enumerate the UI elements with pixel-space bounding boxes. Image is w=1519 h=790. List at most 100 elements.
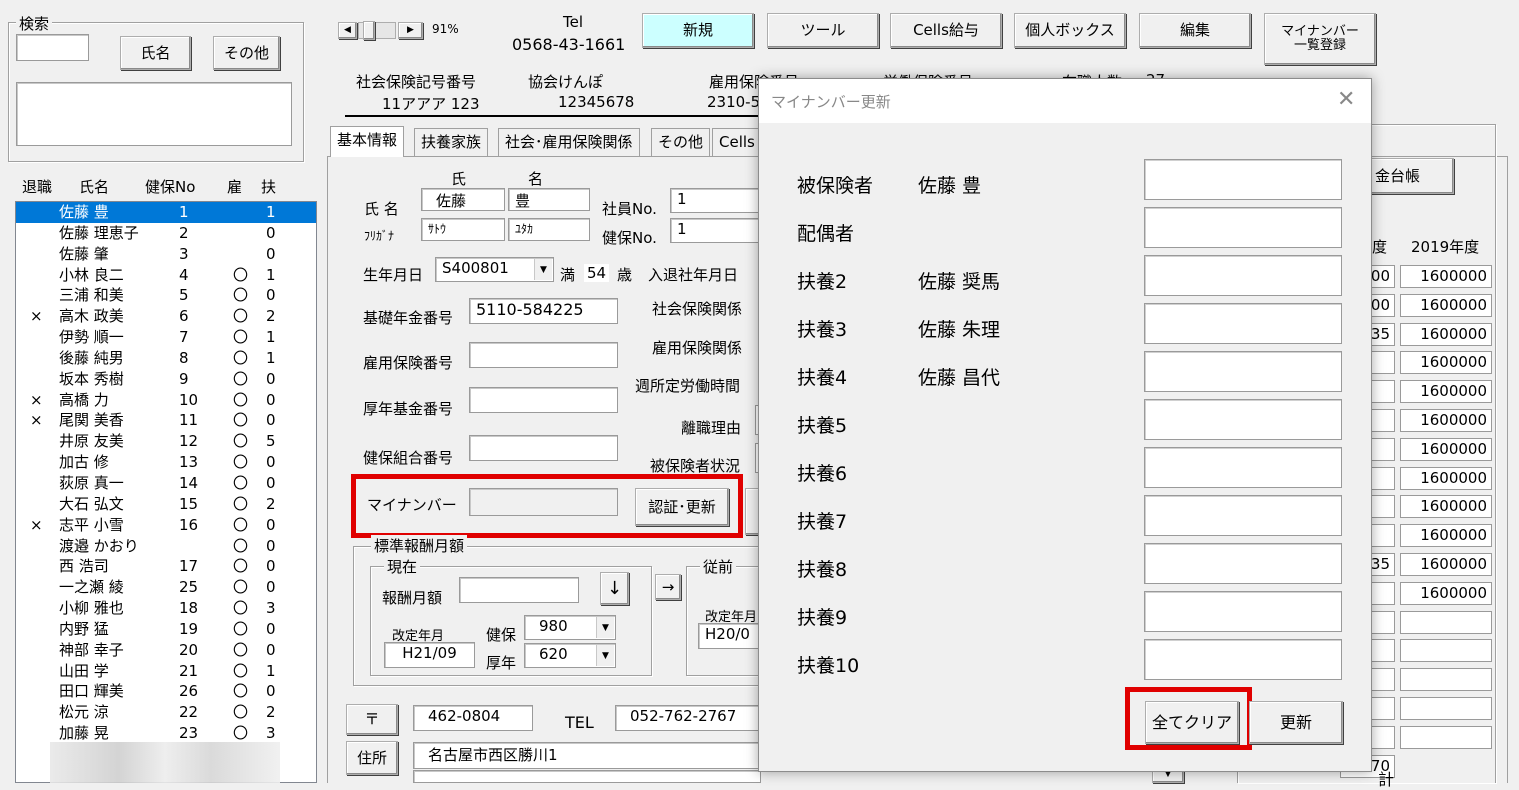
new-button[interactable]: 新規 (642, 13, 754, 48)
employee-no-field[interactable]: 1 (670, 188, 766, 213)
list-item[interactable]: 田口 輝美 26 〇 0 (16, 681, 316, 702)
year-2019-cell[interactable]: 1600000 (1400, 265, 1492, 288)
kosei-kikin-field[interactable] (469, 387, 618, 413)
search-results-box[interactable] (16, 82, 292, 146)
mynumber-input[interactable] (1144, 543, 1342, 584)
year-2019-cell[interactable]: 1600000 (1400, 322, 1492, 346)
close-icon[interactable]: ✕ (1337, 87, 1355, 112)
year-2019-cell[interactable]: 1600000 (1400, 409, 1492, 432)
search-by-name-button[interactable]: 氏名 (120, 36, 191, 70)
search-other-button[interactable]: その他 (213, 36, 280, 70)
search-input[interactable] (16, 34, 89, 61)
list-item[interactable]: 伊勢 順一 7 〇 1 (16, 327, 316, 348)
mynumber-input[interactable] (1144, 495, 1342, 536)
shift-right-button[interactable]: → (655, 574, 681, 600)
koyo-no-field[interactable] (469, 342, 618, 368)
year-2019-cell[interactable]: 1600000 (1400, 437, 1492, 461)
monthly-pay-field[interactable] (459, 577, 579, 603)
year-2019-cell[interactable] (1400, 668, 1492, 692)
sei-field[interactable]: 佐藤 (421, 188, 505, 211)
year-2019-cell[interactable]: 1600000 (1400, 293, 1492, 317)
list-item[interactable]: 一之瀬 綾 25 〇 0 (16, 577, 316, 598)
kenpo-grade-select[interactable]: 980 ▼ (524, 615, 616, 640)
mynumber-input[interactable] (1144, 255, 1342, 296)
personal-box-button[interactable]: 個人ボックス (1014, 13, 1126, 48)
update-button[interactable]: 更新 (1249, 701, 1343, 744)
employee-list[interactable]: 佐藤 豊 1 1 佐藤 理恵子 2 0 佐藤 肇 3 0 小林 良二 4 〇 1 三浦 和美 5 〇 0 × 高木 … (15, 201, 317, 783)
list-item[interactable]: 井原 友美 12 〇 5 (16, 431, 316, 452)
mynumber-input[interactable] (1144, 351, 1342, 392)
edit-button[interactable]: 編集 (1139, 13, 1251, 48)
list-item[interactable]: 西 浩司 17 〇 0 (16, 556, 316, 577)
cells-salary-button[interactable]: Cells給与 (890, 13, 1002, 48)
list-item[interactable]: 内野 猛 19 〇 0 (16, 619, 316, 640)
mynumber-input[interactable] (1144, 159, 1342, 200)
tab-other[interactable]: その他 (651, 128, 711, 156)
prev-revised-field[interactable]: H20/0 (698, 623, 761, 649)
list-item[interactable]: 小柳 雅也 18 〇 3 (16, 598, 316, 619)
list-item[interactable]: 加藤 晃 23 〇 3 (16, 723, 316, 744)
tab-basic-info[interactable]: 基本情報 (330, 126, 405, 157)
list-item[interactable]: × 尾関 美香 11 〇 0 (16, 410, 316, 431)
revised-field[interactable]: H21/09 (384, 642, 475, 668)
list-item[interactable]: 荻原 真一 14 〇 0 (16, 473, 316, 494)
mynumber-input[interactable] (1144, 639, 1342, 680)
year-2019-cell[interactable]: 1600000 (1400, 524, 1492, 548)
mynumber-input[interactable] (1144, 447, 1342, 488)
list-item[interactable]: × 高橋 力 10 〇 0 (16, 390, 316, 411)
list-item[interactable]: 後藤 純男 8 〇 1 (16, 348, 316, 369)
birth-select[interactable]: S400801 ▼ (435, 257, 554, 282)
list-item[interactable]: × 志平 小雪 16 〇 0 (16, 515, 316, 536)
year-2019-cell[interactable]: 1600000 (1400, 351, 1492, 375)
tab-cells[interactable]: Cells (712, 128, 762, 156)
pension-no-field[interactable]: 5110-584225 (469, 298, 618, 324)
address-button[interactable]: 住所 (346, 741, 398, 775)
list-item[interactable]: 佐藤 理恵子 2 0 (16, 223, 316, 244)
scroll-right-button[interactable]: ▶ (398, 22, 423, 39)
sei-kana-field[interactable]: ｻﾄｳ (421, 218, 505, 241)
scroll-left-button[interactable]: ◀ (338, 22, 357, 39)
list-item[interactable]: 渡邉 かおり 〇 0 (16, 536, 316, 557)
mynumber-list-button[interactable]: マイナンバー 一覧登録 (1264, 13, 1376, 65)
mynumber-input[interactable] (1144, 303, 1342, 344)
kosei-grade-select[interactable]: 620 ▼ (524, 643, 616, 668)
mynumber-input[interactable] (1144, 591, 1342, 632)
year-2019-cell[interactable]: 1600000 (1400, 466, 1492, 490)
year-2019-cell[interactable]: 1600000 (1400, 553, 1492, 576)
year-2019-cell[interactable]: 1600000 (1400, 495, 1492, 519)
kumiai-no-field[interactable] (469, 435, 618, 461)
list-item[interactable]: 山田 学 21 〇 1 (16, 661, 316, 682)
year-2019-cell[interactable] (1400, 610, 1492, 634)
tab-insurance[interactable]: 社会･雇用保険関係 (498, 128, 640, 156)
list-item[interactable]: 松元 涼 22 〇 2 (16, 702, 316, 723)
mei-kana-field[interactable]: ﾕﾀｶ (508, 218, 590, 241)
mynumber-input[interactable] (1144, 399, 1342, 440)
list-item[interactable]: 佐藤 豊 1 1 (16, 202, 316, 223)
year-2019-cell[interactable]: 1600000 (1400, 380, 1492, 404)
mei-field[interactable]: 豊 (508, 188, 590, 211)
kenpo-no-field[interactable]: 1 (670, 218, 766, 243)
tool-button[interactable]: ツール (767, 13, 879, 48)
mynumber-input[interactable] (1144, 207, 1342, 248)
address-line2-field[interactable] (413, 770, 761, 783)
postal-button[interactable]: 〒 (346, 704, 398, 735)
list-item[interactable]: 佐藤 肇 3 0 (16, 244, 316, 265)
year-2019-cell[interactable] (1400, 725, 1492, 749)
postal-field[interactable]: 462-0804 (413, 705, 533, 731)
list-item[interactable]: 加古 修 13 〇 0 (16, 452, 316, 473)
apply-down-button[interactable]: ↓ (600, 572, 629, 605)
list-item[interactable]: × 高木 政美 6 〇 2 (16, 306, 316, 327)
year-2019-cell[interactable] (1400, 697, 1492, 720)
list-item[interactable]: 神部 幸子 20 〇 0 (16, 640, 316, 661)
list-item[interactable]: 三浦 和美 5 〇 0 (16, 285, 316, 306)
list-item[interactable]: 坂本 秀樹 9 〇 0 (16, 369, 316, 390)
list-item[interactable]: 大石 弘文 15 〇 2 (16, 494, 316, 515)
tab-dependents[interactable]: 扶養家族 (414, 128, 489, 156)
zoom-slider-thumb[interactable] (363, 21, 375, 40)
mynumber-update-dialog[interactable]: マイナンバー更新 ✕ 被保険者 佐藤 豊配偶者 扶養2 佐藤 奨馬 扶養3 佐藤 朱理 扶養… (758, 78, 1372, 772)
address-tel-field[interactable]: 052-762-2767 (615, 705, 761, 731)
dialog-titlebar[interactable]: マイナンバー更新 ✕ (759, 79, 1371, 123)
year-2019-cell[interactable]: 1600000 (1400, 581, 1492, 605)
address-line1-field[interactable]: 名古屋市西区勝川1 (413, 742, 761, 769)
list-item[interactable]: 小林 良二 4 〇 1 (16, 265, 316, 286)
